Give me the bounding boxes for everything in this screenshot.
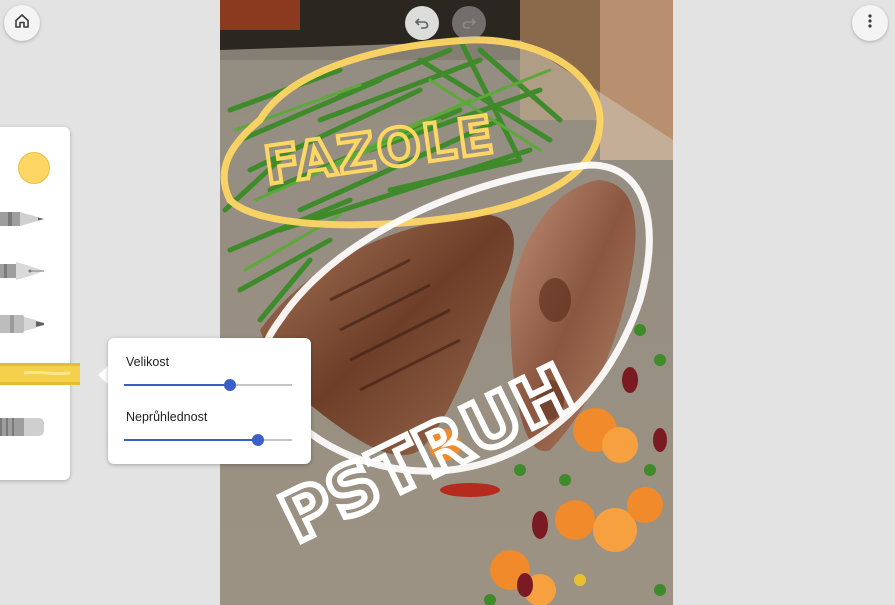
pen-icon — [0, 212, 44, 226]
opacity-slider[interactable] — [124, 434, 292, 446]
size-slider-fill — [124, 384, 230, 386]
eraser-icon — [0, 418, 44, 436]
redo-button[interactable] — [452, 6, 486, 40]
brush-settings-popover: Velikost Neprůhlednost — [108, 338, 311, 464]
tool-eraser[interactable] — [0, 410, 46, 444]
home-icon — [14, 13, 30, 34]
fountain-pen-icon — [0, 262, 44, 280]
opacity-slider-thumb[interactable] — [252, 434, 265, 446]
tool-palette — [0, 127, 80, 480]
color-picker-button[interactable] — [18, 152, 50, 184]
annotation-bottom-text: PSTRUH — [269, 350, 587, 559]
opacity-slider-fill — [124, 439, 259, 441]
size-slider-thumb[interactable] — [223, 379, 236, 391]
highlighter-icon — [0, 363, 80, 385]
undo-icon — [414, 15, 430, 31]
tool-marker[interactable] — [0, 307, 46, 341]
home-button[interactable] — [4, 5, 40, 41]
annotation-top-text: FAZOLE — [261, 105, 499, 197]
redo-icon — [461, 15, 477, 31]
tool-fountain-pen[interactable] — [0, 254, 46, 288]
drawing-layer: FAZOLE PSTRUH — [220, 36, 653, 562]
more-options-button[interactable] — [852, 5, 888, 41]
tool-highlighter-selected[interactable] — [0, 357, 80, 391]
undo-button[interactable] — [405, 6, 439, 40]
photo-canvas[interactable]: FAZOLE PSTRUH — [220, 0, 673, 605]
more-vert-icon — [862, 13, 878, 34]
opacity-label: Neprůhlednost — [126, 410, 208, 424]
size-slider[interactable] — [124, 379, 292, 391]
tool-pen[interactable] — [0, 202, 46, 236]
size-label: Velikost — [126, 355, 170, 369]
drawing-app: FAZOLE PSTRUH Velikost Neprůhlednost — [0, 0, 895, 605]
marker-icon — [0, 315, 44, 333]
